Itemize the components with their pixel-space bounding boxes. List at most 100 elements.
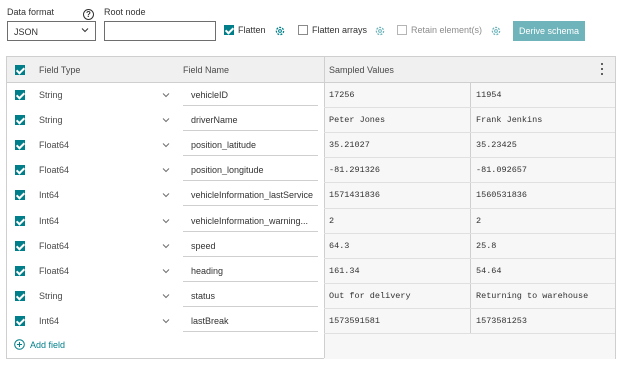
field-name-input[interactable]: vehicleID: [183, 84, 318, 106]
sample-value-2: 11954: [476, 90, 502, 100]
table-row: Float64 speed 64.3 25.8: [7, 234, 615, 259]
table-row: Float64 heading 161.34 54.64: [7, 259, 615, 284]
flatten-option[interactable]: Flatten: [224, 25, 266, 35]
sample-value-2: 2: [476, 215, 482, 226]
help-icon[interactable]: ?: [83, 9, 94, 20]
retain-elements-checkbox[interactable]: [397, 25, 407, 35]
sample-value-1: 1573591581: [329, 315, 381, 326]
sampled-values-header: Sampled Values: [329, 65, 394, 75]
row-checkbox[interactable]: [15, 190, 25, 201]
field-type-value[interactable]: String: [39, 90, 63, 100]
row-checkbox[interactable]: [15, 290, 25, 301]
chevron-down-icon[interactable]: [162, 242, 170, 250]
field-type-value[interactable]: Int64: [39, 216, 59, 226]
field-type-value[interactable]: Float64: [39, 241, 69, 251]
add-field-label: Add field: [30, 339, 66, 350]
chevron-down-icon[interactable]: [162, 191, 170, 199]
data-format-select[interactable]: JSON: [7, 21, 96, 41]
chevron-down-icon[interactable]: [162, 141, 170, 149]
field-name-input[interactable]: vehicleInformation_warning...: [183, 210, 318, 232]
sample-value-2: 35.23425: [476, 140, 517, 151]
table-row: Int64 vehicleInformation_warning... 2 2: [7, 209, 615, 234]
chevron-down-icon[interactable]: [162, 317, 170, 325]
table-row: Int64 vehicleInformation_lastService 15714…: [7, 183, 615, 208]
plus-circle-icon: [14, 339, 25, 350]
field-name-input[interactable]: vehicleInformation_lastService: [183, 184, 318, 207]
row-divider: [324, 333, 615, 334]
field-name-input[interactable]: driverName: [183, 109, 318, 132]
field-type-value[interactable]: Float64: [39, 140, 69, 150]
chevron-down-icon[interactable]: [162, 116, 170, 124]
root-node-input[interactable]: [104, 21, 216, 41]
chevron-down-icon: [81, 28, 89, 33]
field-name-input[interactable]: speed: [183, 235, 318, 257]
field-name-header: Field Name: [183, 65, 230, 75]
sample-value-2: 1573581253: [476, 315, 528, 326]
sample-value-1: Out for delivery: [329, 290, 411, 301]
flatten-arrays-label: Flatten arrays: [312, 25, 368, 35]
row-checkbox[interactable]: [15, 90, 25, 100]
grid-header: Field Type Field Name Sampled Values: [7, 57, 615, 83]
row-checkbox[interactable]: [15, 115, 25, 126]
flatten-arrays-option[interactable]: Flatten arrays: [298, 25, 367, 35]
field-name-input[interactable]: status: [183, 285, 318, 307]
sample-value-1: 161.34: [329, 265, 360, 276]
table-row: String status Out for delivery Returning to…: [7, 284, 615, 309]
field-name-value: vehicleInformation_warning...: [191, 215, 309, 226]
chevron-down-icon[interactable]: [162, 292, 170, 300]
row-checkbox[interactable]: [15, 140, 25, 151]
row-checkbox[interactable]: [15, 215, 25, 226]
data-format-label: Data format: [7, 7, 55, 17]
table-row: Float64 position_longitude -81.291326 -81.0…: [7, 158, 615, 183]
field-type-value[interactable]: Int64: [39, 190, 59, 200]
sample-value-2: -81.092657: [476, 165, 528, 176]
field-name-value: driverName: [191, 115, 238, 126]
sample-value-1: -81.291326: [329, 165, 381, 176]
derive-schema-button[interactable]: Derive schema: [513, 21, 585, 41]
field-type-value[interactable]: Float64: [39, 266, 69, 276]
select-all-checkbox[interactable]: [15, 65, 25, 75]
field-name-input[interactable]: position_longitude: [183, 159, 318, 182]
chevron-down-icon[interactable]: [162, 91, 170, 99]
sample-value-1: Peter Jones: [329, 115, 386, 126]
row-checkbox[interactable]: [15, 315, 25, 326]
field-type-value[interactable]: String: [39, 291, 63, 301]
gear-icon[interactable]: [490, 25, 502, 37]
flatten-label: Flatten: [238, 25, 266, 35]
field-name-value: vehicleID: [191, 90, 229, 100]
field-name-input[interactable]: position_latitude: [183, 134, 318, 157]
sample-value-1: 1571431836: [329, 190, 381, 201]
field-name-value: position_longitude: [191, 165, 264, 176]
field-name-input[interactable]: heading: [183, 260, 318, 282]
row-checkbox[interactable]: [15, 165, 25, 176]
gear-icon[interactable]: [374, 25, 386, 37]
retain-elements-label: Retain element(s): [411, 25, 483, 35]
sample-value-1: 35.21027: [329, 140, 370, 151]
field-name-value: speed: [191, 240, 216, 251]
data-format-value: JSON: [14, 27, 39, 37]
sample-value-2: 54.64: [476, 265, 502, 276]
gear-icon[interactable]: [274, 25, 286, 37]
chevron-down-icon[interactable]: [162, 267, 170, 275]
field-type-value[interactable]: String: [39, 115, 63, 125]
table-row: String vehicleID 17256 11954: [7, 83, 615, 108]
chevron-down-icon[interactable]: [162, 166, 170, 174]
field-name-input[interactable]: lastBreak: [183, 310, 318, 332]
flatten-checkbox[interactable]: [224, 25, 234, 35]
retain-elements-option[interactable]: Retain element(s): [397, 25, 482, 35]
sample-value-1: 17256: [329, 90, 355, 100]
flatten-arrays-checkbox[interactable]: [298, 25, 308, 35]
schema-grid: Field Type Field Name Sampled Values Str…: [6, 56, 616, 359]
table-row: Float64 position_latitude 35.21027 35.23425: [7, 133, 615, 158]
root-node-label: Root node: [104, 7, 146, 17]
field-type-value[interactable]: Float64: [39, 165, 69, 175]
field-name-value: position_latitude: [191, 140, 257, 151]
chevron-down-icon[interactable]: [162, 217, 170, 225]
field-name-value: heading: [191, 265, 224, 276]
more-vertical-icon[interactable]: [600, 63, 604, 76]
toolbar: Data format ? Root node JSON Flatten Fla…: [0, 0, 624, 52]
row-checkbox[interactable]: [15, 265, 25, 276]
add-field-button[interactable]: Add field: [14, 339, 65, 350]
field-type-value[interactable]: Int64: [39, 316, 59, 326]
row-checkbox[interactable]: [15, 240, 25, 251]
